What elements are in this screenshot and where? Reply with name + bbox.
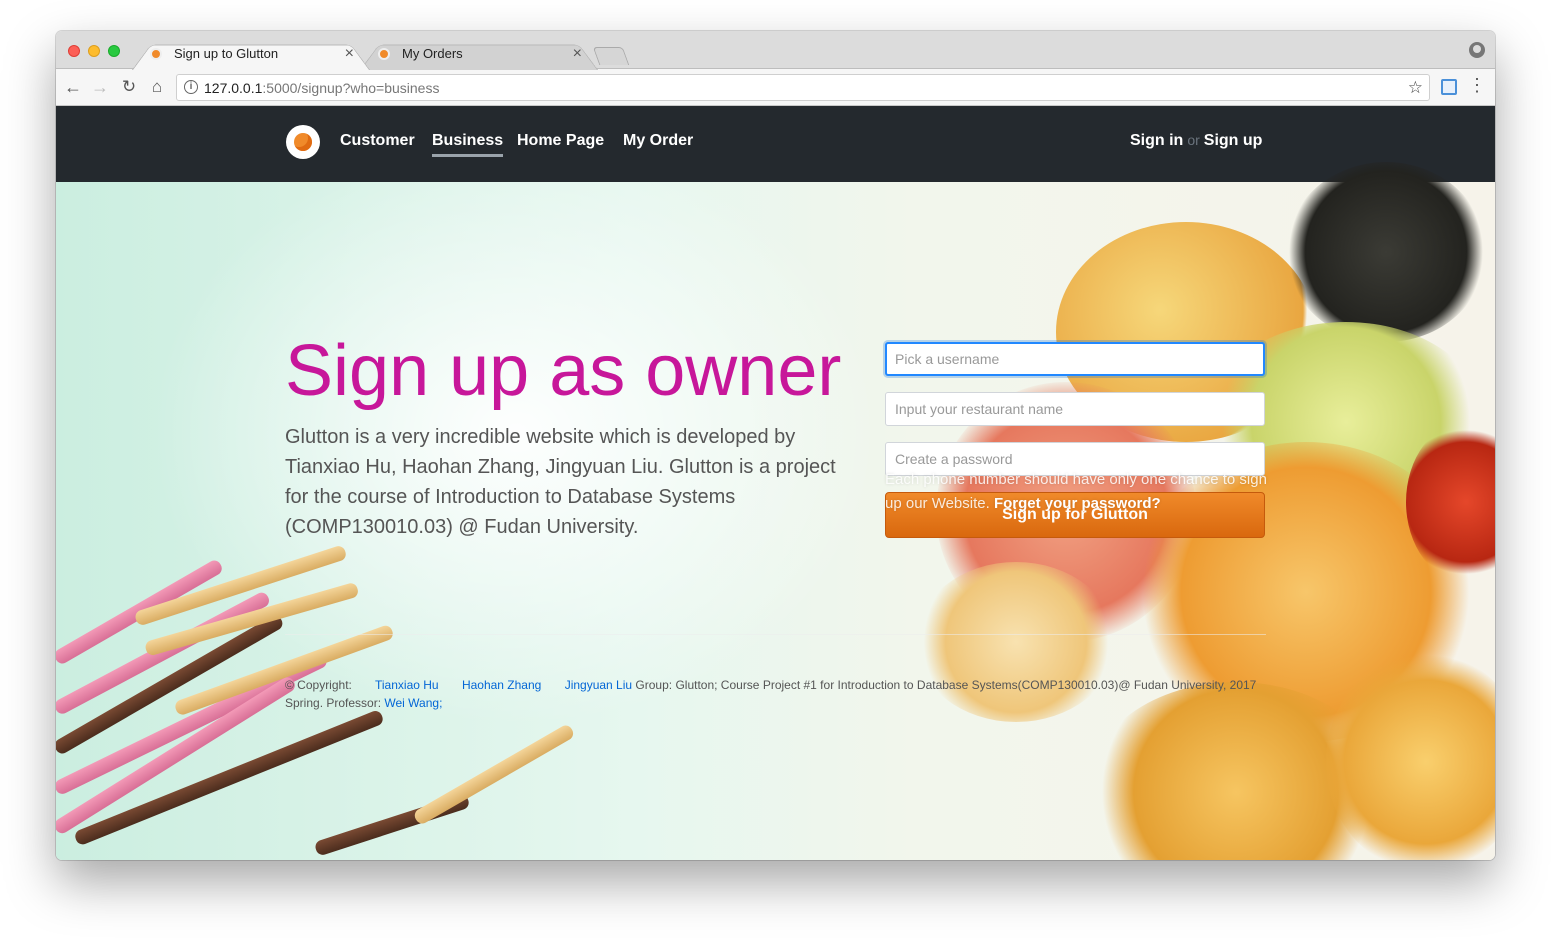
web-page: Customer Business Home Page My Order Sig… [56,106,1495,860]
hero-section: Sign up as owner Glutton is a very incre… [56,162,1495,860]
author-link[interactable]: Jingyuan Liu [565,678,632,692]
nav-link-business[interactable]: Business [432,132,504,157]
browser-toolbar: ← → ↻ ⌂ i 127.0.0.1:5000/signup?who=busi… [56,69,1495,106]
snack-image [1286,162,1486,342]
star-icon[interactable]: ☆ [1408,78,1423,98]
auth-links: Sign in or Sign up [1130,132,1262,150]
nav-link-customer[interactable]: Customer [340,132,415,150]
footer-divider [285,634,1266,635]
close-icon[interactable]: × [573,39,582,69]
address-bar[interactable]: i 127.0.0.1:5000/signup?who=business ☆ [176,74,1430,101]
info-icon[interactable]: i [184,80,198,94]
url-text[interactable]: 127.0.0.1:5000/signup?who=business [204,80,439,96]
professor-link[interactable]: Wei Wang; [384,696,442,710]
nav-link-my-order[interactable]: My Order [623,132,693,150]
close-window-button[interactable] [68,45,80,57]
username-input[interactable]: Pick a username [885,342,1265,376]
page-footer: © Copyright: Tianxiao Hu Haohan Zhang Ji… [285,676,1265,712]
signup-note: Each phone number should have only one c… [885,468,1275,516]
tab-sign-up[interactable]: Sign up to Glutton × [140,39,362,69]
sign-in-link[interactable]: Sign in [1130,132,1183,149]
site-navbar: Customer Business Home Page My Order Sig… [56,106,1495,182]
tab-title: My Orders [402,46,463,61]
close-icon[interactable]: × [345,39,354,69]
browser-window: Sign up to Glutton × My Orders × ← → ↻ ⌂… [56,31,1495,860]
nav-link-home-page[interactable]: Home Page [517,132,604,150]
menu-icon[interactable]: ⋮ [1468,75,1486,96]
home-button[interactable]: ⌂ [146,76,168,98]
minimize-window-button[interactable] [88,45,100,57]
extension-icon[interactable] [1441,79,1457,95]
forgot-password-link[interactable]: Forget your password? [994,495,1161,512]
tab-title: Sign up to Glutton [174,46,279,61]
hero-description: Glutton is a very incredible website whi… [285,426,836,538]
url-path: :5000/signup?who=business [262,80,440,96]
tab-my-orders[interactable]: My Orders × [368,39,590,69]
forward-button[interactable]: → [89,76,111,98]
copyright-label: © Copyright: [285,678,352,692]
author-link[interactable]: Tianxiao Hu [375,678,439,692]
glutton-favicon-icon [378,48,390,60]
page-title: Sign up as owner [285,331,842,411]
url-host: 127.0.0.1 [204,80,263,96]
glutton-favicon-icon [150,48,162,60]
restaurant-name-input[interactable]: Input your restaurant name [885,392,1265,426]
back-button[interactable]: ← [62,76,84,98]
or-text: or [1187,132,1200,148]
new-tab-button[interactable] [592,47,630,65]
snack-stick-image [412,723,576,826]
reload-button[interactable]: ↻ [118,76,140,98]
sign-up-link[interactable]: Sign up [1204,132,1263,149]
tab-strip: Sign up to Glutton × My Orders × [56,31,1495,69]
author-link[interactable]: Haohan Zhang [462,678,541,692]
zoom-window-button[interactable] [108,45,120,57]
logo-icon[interactable] [286,125,320,159]
profile-icon[interactable] [1469,42,1485,58]
